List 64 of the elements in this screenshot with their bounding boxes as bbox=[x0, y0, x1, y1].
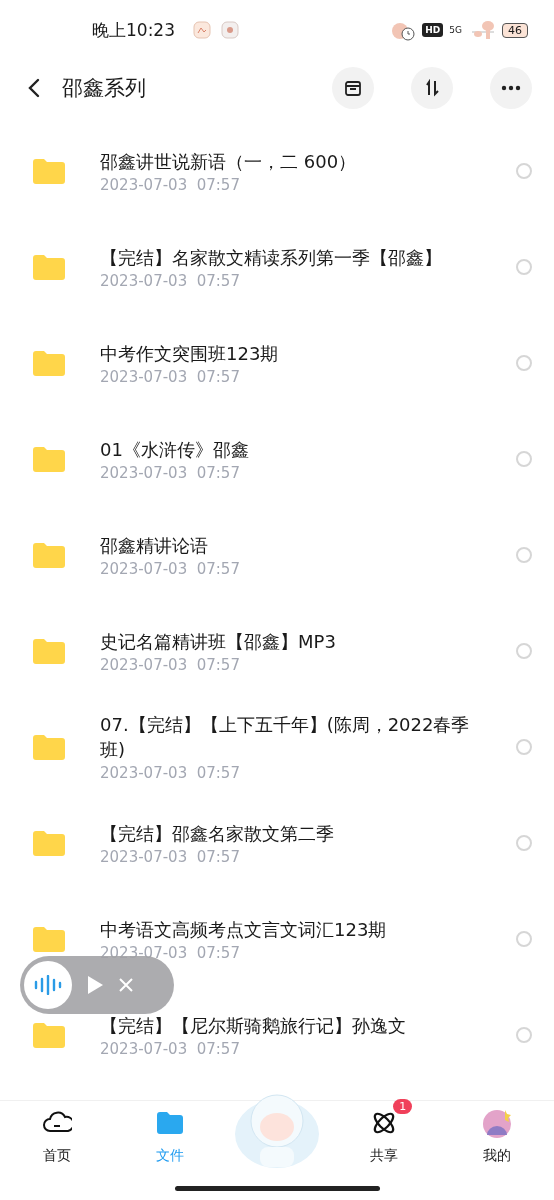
nav-tab[interactable]: 我的 bbox=[440, 1101, 554, 1200]
more-icon bbox=[501, 85, 521, 91]
folder-name[interactable]: 史记名篇精讲班【邵鑫】MP3 bbox=[100, 628, 470, 654]
folder-name[interactable]: 【完结】名家散文精读系列第一季【邵鑫】 bbox=[100, 244, 470, 270]
folder-icon bbox=[33, 830, 65, 856]
folder-date: 2023-07-03 07:57 bbox=[100, 847, 241, 866]
folder-date: 2023-07-03 07:57 bbox=[100, 943, 241, 962]
folder-name[interactable]: 07.【完结】【上下五千年】(陈周，2022春季班) bbox=[100, 712, 470, 762]
folder-name[interactable]: 邵鑫讲世说新语（一，二 600） bbox=[100, 148, 470, 174]
folder-date: 2023-07-03 07:57 bbox=[100, 463, 241, 482]
folder-icon bbox=[33, 446, 65, 472]
folder-name[interactable]: 中考语文高频考点文言文词汇123期 bbox=[100, 916, 470, 942]
folder-name[interactable]: 中考作文突围班123期 bbox=[100, 340, 470, 366]
select-radio[interactable] bbox=[516, 355, 532, 371]
mini-player-toast[interactable] bbox=[20, 956, 174, 1014]
folder-date: 2023-07-03 07:57 bbox=[100, 175, 241, 194]
folder-icon bbox=[33, 350, 65, 376]
folder-icon bbox=[33, 638, 65, 664]
folder-date: 2023-07-03 07:57 bbox=[100, 367, 241, 386]
notification-icon bbox=[221, 21, 239, 39]
sort-button[interactable] bbox=[411, 67, 453, 109]
folder-icon bbox=[33, 254, 65, 280]
select-radio[interactable] bbox=[516, 931, 532, 947]
close-icon[interactable] bbox=[118, 977, 134, 993]
notification-icon bbox=[193, 21, 211, 39]
box-icon bbox=[344, 79, 362, 97]
network-label: 5G bbox=[449, 25, 462, 35]
notification-badge: 1 bbox=[393, 1099, 413, 1114]
folder-icon bbox=[33, 158, 65, 184]
select-radio[interactable] bbox=[516, 835, 532, 851]
folder-icon bbox=[33, 1022, 65, 1048]
status-time: 晚上10:23 bbox=[92, 18, 175, 42]
sort-icon bbox=[423, 79, 441, 97]
back-chevron-icon bbox=[28, 78, 40, 98]
folder-date: 2023-07-03 07:57 bbox=[100, 1039, 241, 1058]
folder-name[interactable]: 【完结】邵鑫名家散文第二季 bbox=[100, 820, 470, 846]
more-button[interactable] bbox=[490, 67, 532, 109]
folder-icon bbox=[33, 542, 65, 568]
folder-date: 2023-07-03 07:57 bbox=[100, 655, 241, 674]
folder-name[interactable]: 【完结】【尼尔斯骑鹅旅行记】孙逸文 bbox=[100, 1012, 470, 1038]
select-radio[interactable] bbox=[516, 451, 532, 467]
battery-level: 46 bbox=[502, 22, 528, 38]
archive-button[interactable] bbox=[332, 67, 374, 109]
play-icon[interactable] bbox=[86, 974, 104, 996]
select-radio[interactable] bbox=[516, 547, 532, 563]
audio-player-button[interactable] bbox=[24, 961, 72, 1009]
page-title: 邵鑫系列 bbox=[62, 75, 147, 102]
folder-date: 2023-07-03 07:57 bbox=[100, 559, 241, 578]
folder-date: 2023-07-03 07:57 bbox=[100, 271, 241, 290]
folder-date: 2023-07-03 07:57 bbox=[100, 764, 241, 782]
select-radio[interactable] bbox=[516, 163, 532, 179]
folder-icon bbox=[33, 734, 65, 760]
select-radio[interactable] bbox=[516, 1027, 532, 1043]
hd-indicator: HD bbox=[422, 23, 444, 37]
folder-name[interactable]: 01《水浒传》邵鑫 bbox=[100, 436, 470, 462]
waveform-icon bbox=[34, 975, 62, 995]
folder-name[interactable]: 邵鑫精讲论语 bbox=[100, 532, 470, 558]
nav-tab[interactable]: 首页 bbox=[0, 1101, 114, 1200]
select-radio[interactable] bbox=[516, 643, 532, 659]
select-radio[interactable] bbox=[516, 739, 532, 755]
select-radio[interactable] bbox=[516, 259, 532, 275]
avatar-icon bbox=[482, 1109, 513, 1139]
folder-icon bbox=[33, 926, 65, 952]
mascot-drawing[interactable] bbox=[235, 1094, 319, 1168]
